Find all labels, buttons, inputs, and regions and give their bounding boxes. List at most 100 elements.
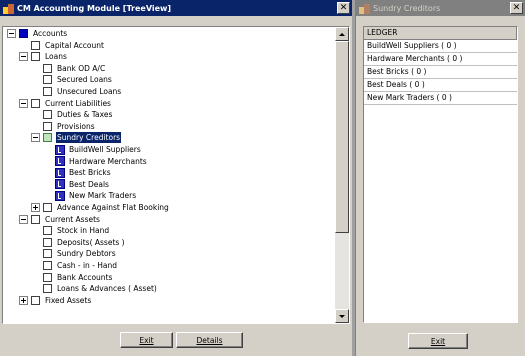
sundry-creditors-window: Sundry Creditors ✕ LEDGER BuildWell Supp… <box>355 0 525 356</box>
ledger-list[interactable]: LEDGER BuildWell Suppliers ( 0 ) Hardware… <box>363 26 518 323</box>
tree-node-label: BuildWell Suppliers <box>69 145 141 154</box>
collapse-icon[interactable] <box>7 29 16 38</box>
tree-node-label: Current Liabilities <box>45 98 111 108</box>
scroll-down-button[interactable] <box>335 309 349 323</box>
folder-icon <box>31 98 40 108</box>
ledger-icon <box>55 190 65 201</box>
tree-node-label: Loans & Advances ( Asset) <box>57 284 157 294</box>
tree-node-label: Capital Account <box>45 40 104 50</box>
tree-node-label: Provisions <box>57 121 95 131</box>
collapse-icon[interactable] <box>31 133 40 143</box>
green-folder-icon <box>43 133 52 143</box>
tree-view-window: CM Accounting Module [TreeView] ✕ Accoun… <box>0 0 352 356</box>
folder-icon <box>31 214 40 224</box>
folder-icon <box>43 249 52 259</box>
tree-node[interactable]: Unsecured Loans <box>31 86 122 97</box>
details-button-label: Details <box>196 335 223 345</box>
ledger-row[interactable]: BuildWell Suppliers ( 0 ) <box>364 40 517 53</box>
tree-node[interactable]: Loans & Advances ( Asset) <box>31 283 158 294</box>
expand-icon[interactable] <box>19 295 28 305</box>
exit-button-label: Exit <box>430 336 446 346</box>
tree-node-label: Deposits( Assets ) <box>57 237 125 247</box>
ledger-row[interactable]: Best Deals ( 0 ) <box>364 79 517 92</box>
tree-node-label: Sundry Debtors <box>57 249 116 259</box>
folder-icon <box>31 40 40 50</box>
ledger-row[interactable]: Hardware Merchants ( 0 ) <box>364 53 517 66</box>
exit-button-label: Exit <box>139 335 154 345</box>
close-button[interactable]: ✕ <box>510 2 523 14</box>
arrow-down-icon <box>339 314 345 318</box>
tree-node[interactable]: Loans <box>19 51 68 62</box>
account-tree[interactable]: Accounts Capital Account Loans Bank OD A/C S… <box>2 26 350 324</box>
tree-node[interactable]: Provisions <box>31 121 96 132</box>
tree-node-label: Advance Against Flat Booking <box>57 203 169 212</box>
folder-icon <box>43 203 52 212</box>
folder-icon <box>31 295 40 305</box>
tree-node[interactable]: Best Bricks <box>43 167 112 178</box>
tree-node-label: Secured Loans <box>57 75 112 85</box>
folder-icon <box>43 63 52 73</box>
app-icon <box>359 3 370 14</box>
scroll-thumb[interactable] <box>335 41 349 233</box>
exit-button[interactable]: Exit <box>120 332 173 348</box>
close-button[interactable]: ✕ <box>337 2 350 14</box>
tree-node-label: New Mark Traders <box>69 191 137 201</box>
folder-icon <box>43 87 52 96</box>
tree-node[interactable]: Current Assets <box>19 214 101 225</box>
tree-node-label: Best Deals <box>69 179 109 189</box>
tree-node[interactable]: Advance Against Flat Booking <box>31 202 170 213</box>
tree-node[interactable]: Bank OD A/C <box>31 63 106 74</box>
tree-node[interactable]: Bank Accounts <box>31 272 113 283</box>
tree-node[interactable]: Cash - in - Hand <box>31 260 118 271</box>
folder-icon <box>43 226 52 236</box>
ledger-icon <box>55 144 65 155</box>
scroll-up-button[interactable] <box>335 27 349 41</box>
folder-icon <box>31 52 40 62</box>
folder-icon <box>43 110 52 120</box>
ledger-rows: BuildWell Suppliers ( 0 ) Hardware Mercha… <box>364 40 517 105</box>
vertical-scrollbar[interactable] <box>335 27 349 323</box>
tree-node[interactable]: Accounts <box>7 28 68 39</box>
tree-node[interactable]: Best Deals <box>43 179 110 190</box>
details-button[interactable]: Details <box>176 332 243 348</box>
tree-node-label: Bank OD A/C <box>57 63 106 73</box>
tree-node[interactable]: Sundry Creditors <box>31 132 122 144</box>
tree-node[interactable]: Duties & Taxes <box>31 109 113 120</box>
ledger-icon <box>55 156 65 167</box>
close-icon: ✕ <box>512 2 521 13</box>
tree-node-label: Best Bricks <box>69 168 111 178</box>
tree-node[interactable]: Stock in Hand <box>31 225 110 236</box>
tree-node[interactable]: Deposits( Assets ) <box>31 237 126 248</box>
tree-node-label: Duties & Taxes <box>57 110 113 120</box>
tree-nodes: Accounts Capital Account Loans Bank OD A/C S… <box>3 27 335 323</box>
ledger-row[interactable]: New Mark Traders ( 0 ) <box>364 92 517 105</box>
folder-icon <box>43 261 52 270</box>
tree-node[interactable]: Hardware Merchants <box>43 156 148 167</box>
ledger-column-header[interactable]: LEDGER <box>364 27 517 40</box>
collapse-icon[interactable] <box>19 52 28 62</box>
window-title: CM Accounting Module [TreeView] <box>17 3 172 13</box>
tree-node[interactable]: New Mark Traders <box>43 190 137 201</box>
folder-icon <box>43 75 52 85</box>
title-bar[interactable]: Sundry Creditors ✕ <box>356 0 525 16</box>
expand-icon[interactable] <box>31 203 40 212</box>
title-bar[interactable]: CM Accounting Module [TreeView] ✕ <box>0 0 352 16</box>
tree-node[interactable]: BuildWell Suppliers <box>43 144 142 155</box>
collapse-icon[interactable] <box>19 98 28 108</box>
tree-node-label: Hardware Merchants <box>69 156 147 166</box>
tree-node-label: Fixed Assets <box>45 295 92 305</box>
tree-node[interactable]: Current Liabilities <box>19 98 112 109</box>
tree-node[interactable]: Fixed Assets <box>19 295 92 306</box>
tree-node-label: Cash - in - Hand <box>57 261 118 270</box>
tree-node-label: Unsecured Loans <box>57 87 122 96</box>
window-title: Sundry Creditors <box>373 3 441 13</box>
tree-node-label: Stock in Hand <box>57 226 110 236</box>
tree-node[interactable]: Sundry Debtors <box>31 248 117 259</box>
tree-node[interactable]: Capital Account <box>19 40 105 51</box>
ledger-row[interactable]: Best Bricks ( 0 ) <box>364 66 517 79</box>
tree-node-label: Sundry Creditors <box>56 132 122 144</box>
ledger-icon <box>55 167 65 178</box>
tree-node[interactable]: Secured Loans <box>31 74 113 85</box>
collapse-icon[interactable] <box>19 214 28 224</box>
exit-button[interactable]: Exit <box>408 333 468 349</box>
